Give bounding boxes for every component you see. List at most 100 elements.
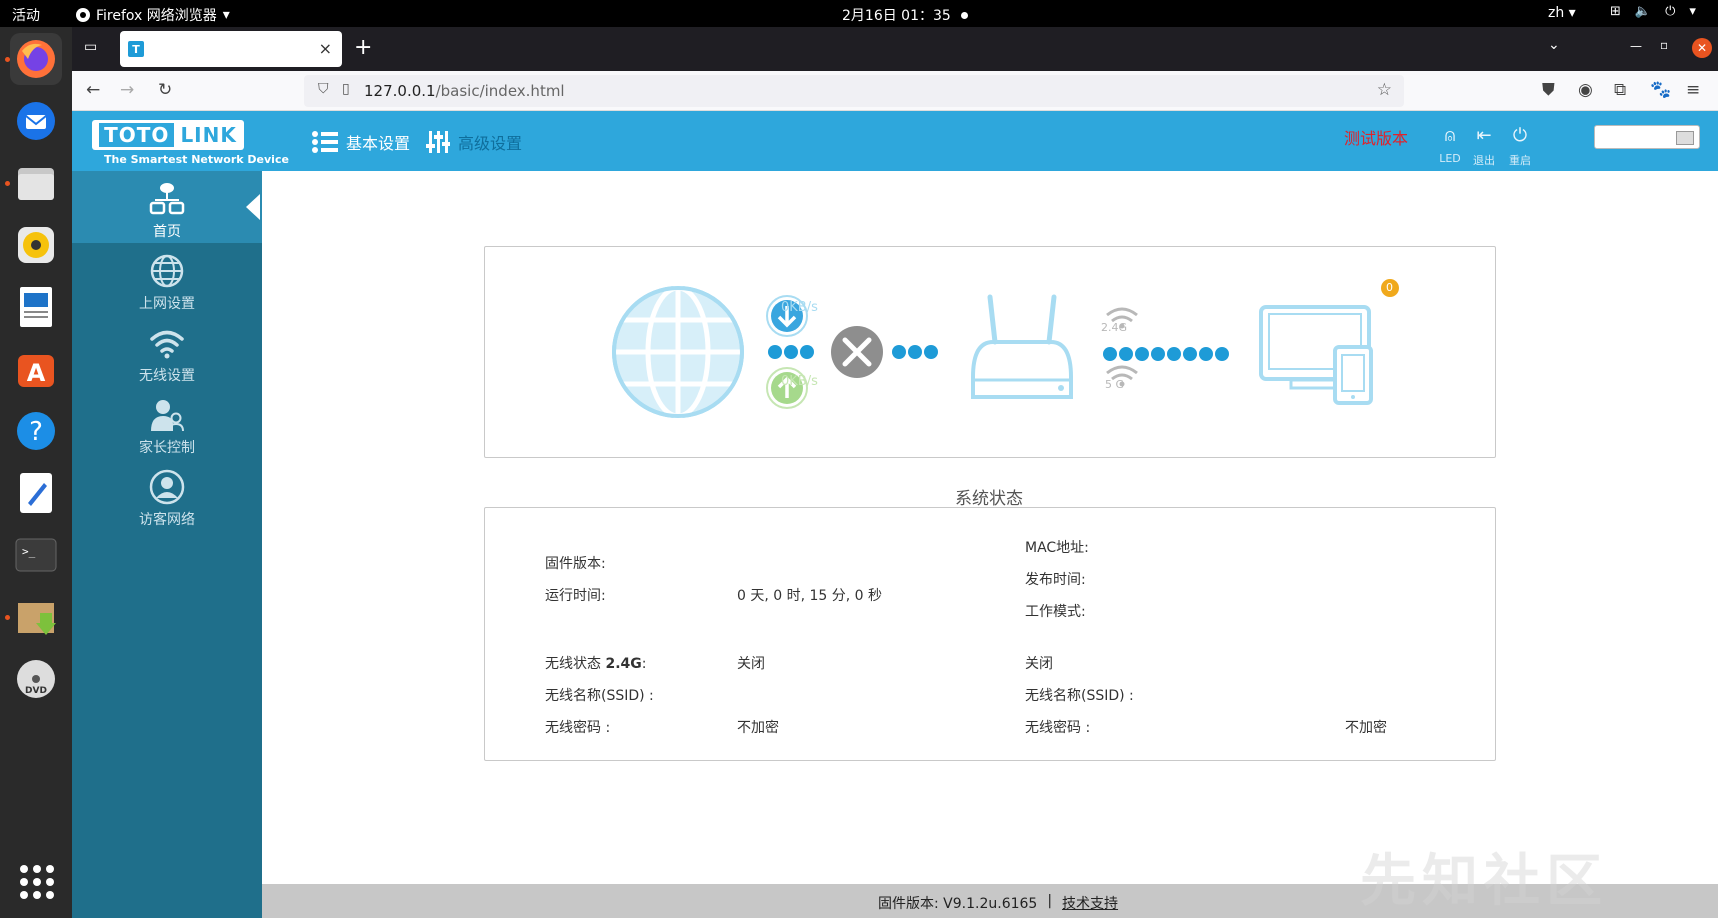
firmware-label: 固件版本: [545,556,606,572]
page-info-icon[interactable]: ▯ [342,81,350,97]
footer-separator: | [1047,893,1053,909]
terminal-dock-icon[interactable]: >_ [10,529,62,581]
sidebar-item-home[interactable]: 首页 [72,171,262,243]
language-select[interactable] [1594,125,1700,149]
reboot-button[interactable]: ⏻ 重启 [1500,125,1540,168]
sidebar-item-internet[interactable]: 上网设置 [72,243,262,315]
network-topology [612,279,1399,419]
system-top-bar: 活动 Firefox 网络浏览器 ▾ 2月16日 01：35 zh ▾ ⊞ 🔈 … [0,0,1718,27]
activities-button[interactable]: 活动 [12,5,40,25]
test-version-label: 测试版本 [1344,129,1409,148]
running-indicator [5,57,10,62]
sidebar-item-guest[interactable]: 访客网络 [72,459,262,531]
browser-tab-strip: ▭ T × + ⌄ — ▫ ✕ [72,27,1718,71]
close-tab-icon[interactable]: × [319,39,332,58]
url-path: /basic/index.html [435,82,565,100]
help-dock-icon[interactable]: ? [10,405,62,457]
list-tabs-icon[interactable]: ⌄ [1548,37,1560,53]
router-header: TOTO LINK The Smartest Network Device 基本… [72,111,1718,171]
back-icon[interactable]: ← [86,80,100,100]
disconnected-x-icon [831,326,883,378]
maximize-icon[interactable]: ▫ [1660,38,1668,52]
addon-icon[interactable]: 🐾 [1650,80,1671,100]
volume-icon: 🔈 [1634,4,1652,19]
upload-speed: 0KB/s [781,374,818,389]
wireless-state-text: 无线状态 [545,656,601,672]
sidebar-item-label: 访客网络 [139,512,195,528]
svg-text:?: ? [29,417,43,447]
password-5g-label: 无线密码 : [1025,720,1091,736]
router-sidebar: 首页 上网设置 无线设置 家长控制 访客网络 [72,171,262,918]
account-icon[interactable]: ◉ [1578,80,1593,100]
password-5g-value: 不加密 [1345,720,1387,736]
app-menu[interactable]: Firefox 网络浏览器 ▾ [76,5,230,25]
new-tab-icon[interactable]: + [354,35,372,60]
sidebar-item-label: 首页 [153,224,181,240]
svg-text:DVD: DVD [25,686,47,696]
client-devices-icon [1259,305,1373,405]
running-indicator [5,181,10,186]
show-apps-grid-icon[interactable] [20,865,54,899]
menu-advanced-label: 高级设置 [458,134,523,153]
writer-dock-icon[interactable] [10,281,62,333]
logout-button[interactable]: ⇤ 退出 [1464,125,1504,168]
logo-text-toto: TOTO [99,123,175,147]
guest-icon [149,469,185,505]
software-center-dock-icon[interactable]: A [10,343,62,395]
sidebar-item-wireless[interactable]: 无线设置 [72,315,262,387]
shield-icon[interactable]: ⛉ [318,81,329,97]
bookmark-star-icon[interactable]: ☆ [1377,80,1392,100]
lan-link-dots [1103,347,1229,361]
dvd-dock-icon[interactable]: DVD [10,653,62,705]
logo-text-link: LINK [180,123,237,147]
tech-support-link[interactable]: 技术支持 [1062,893,1118,913]
download-speed: 0KB/s [781,300,818,315]
archive-dock-icon[interactable] [10,591,62,643]
led-label: LED [1439,152,1461,165]
ssid-24g-label: 无线名称(SSID) : [545,688,654,704]
files-dock-icon[interactable] [10,157,62,209]
rhythmbox-dock-icon[interactable] [10,219,62,271]
totolink-logo: TOTO LINK [92,120,244,150]
tab-overview-icon[interactable]: ▭ [84,39,97,55]
clock[interactable]: 2月16日 01：35 [842,5,968,25]
footer-firmware: 固件版本: V9.1.2u.6165 [878,896,1038,912]
browser-tab[interactable]: T × [120,31,342,67]
hamburger-menu-icon[interactable]: ≡ [1686,80,1700,100]
internet-globe-icon [612,285,744,419]
watermark: 先知社区 [1360,849,1608,914]
pocket-icon[interactable]: ⛊ [1542,80,1555,100]
menu-advanced-settings[interactable]: 高级设置 [426,130,522,154]
password-24g-label: 无线密码 : [545,720,611,736]
forward-icon[interactable]: → [120,80,134,100]
active-pointer [246,194,260,220]
close-window-icon[interactable]: ✕ [1692,38,1712,58]
sidebar-item-label: 上网设置 [139,296,195,312]
lang-label: zh [1548,5,1565,21]
reload-icon[interactable]: ↻ [158,80,172,100]
sidebar-item-label: 无线设置 [139,368,195,384]
firefox-icon [76,8,90,22]
clock-label: 2月16日 01：35 [842,8,951,24]
sidebar-item-parental[interactable]: 家长控制 [72,387,262,459]
svg-text:A: A [27,359,46,387]
text-editor-dock-icon[interactable] [10,467,62,519]
menu-basic-settings[interactable]: 基本设置 [312,130,410,154]
wireless-state-label: 无线状态 2.4G: [545,653,646,673]
menu-basic-label: 基本设置 [346,134,411,153]
url-host: 127.0.0.1 [364,82,436,100]
client-count[interactable]: 0 [1386,281,1393,294]
totolink-favicon-icon: T [128,41,144,57]
extensions-icon[interactable]: ⧉ [1614,80,1626,100]
uptime-value: 0 天, 0 时, 15 分, 0 秒 [737,588,883,604]
reboot-label: 重启 [1509,154,1531,167]
thunderbird-dock-icon[interactable] [10,95,62,147]
url-bar[interactable]: ⛉ ▯ 127.0.0.1/basic/index.html ☆ [304,75,1404,107]
input-language-indicator[interactable]: zh ▾ [1548,5,1576,21]
system-status-menu[interactable]: ⊞ 🔈 ⏻ ▾ [1610,4,1696,19]
release-time-label: 发布时间: [1025,572,1086,588]
firefox-dock-icon[interactable] [10,33,62,85]
logo-tagline: The Smartest Network Device [104,153,289,166]
notification-dot-icon [960,11,968,19]
minimize-icon[interactable]: — [1630,39,1642,53]
